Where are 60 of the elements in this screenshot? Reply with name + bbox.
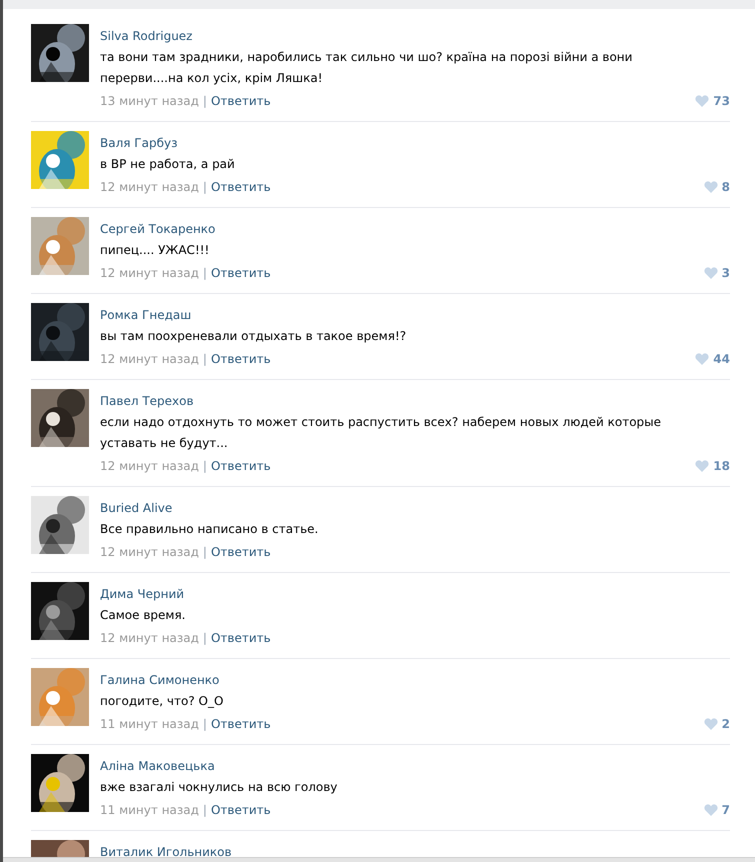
timestamp: 11 минут назад <box>100 802 199 819</box>
reply-link[interactable]: Ответить <box>210 176 271 198</box>
like-count: 8 <box>722 179 730 196</box>
comment-text: та вони там зрадники, наробились так сильно чи шо? країна на порозі війни а вони перерви....на кол усіх, крім Ляшка! <box>100 49 634 87</box>
separator: | <box>202 93 207 110</box>
reply-link[interactable]: Ответить <box>210 90 271 112</box>
comment-text: вже взагалі чокнулись на всю голову <box>100 779 338 796</box>
separator: | <box>202 179 207 196</box>
reply-link[interactable]: Ответить <box>210 799 271 821</box>
heart-icon[interactable] <box>695 460 710 472</box>
separator: | <box>202 802 207 819</box>
author-link[interactable]: Виталик Игольников <box>100 842 232 857</box>
timestamp: 12 минут назад <box>100 351 199 368</box>
author-link[interactable]: Silva Rodriguez <box>100 26 192 47</box>
like-count: 44 <box>713 351 730 368</box>
reply-link[interactable]: Ответить <box>210 541 271 563</box>
heart-icon[interactable] <box>704 804 718 816</box>
author-link[interactable]: Валя Гарбуз <box>100 133 178 154</box>
author-link[interactable]: Сергей Токаренко <box>100 219 216 240</box>
comment-text: если надо отдохнуть то может стоить распустить всех? наберем новых людей которые уставать не будут... <box>100 414 662 452</box>
author-link[interactable]: Аліна Маковецька <box>100 756 215 777</box>
reply-link[interactable]: Ответить <box>210 627 271 649</box>
comment-text: в ВР не работа, а рай <box>100 156 236 173</box>
comment-text: пипец.... УЖАС!!! <box>100 242 210 259</box>
heart-icon[interactable] <box>704 181 718 193</box>
like-count: 3 <box>722 265 730 282</box>
author-link[interactable]: Галина Симоненко <box>100 670 220 691</box>
separator: | <box>202 544 207 561</box>
timestamp: 12 минут назад <box>100 458 199 475</box>
separator: | <box>202 630 207 647</box>
comment-text: погодите, что? O_O <box>100 693 224 710</box>
author-link[interactable]: Ромка Гнедаш <box>100 305 192 326</box>
author-link[interactable]: Дима Черний <box>100 584 184 605</box>
reply-link[interactable]: Ответить <box>210 455 271 477</box>
reply-link[interactable]: Ответить <box>210 348 271 370</box>
timestamp: 12 минут назад <box>100 179 199 196</box>
like-count: 2 <box>722 716 730 733</box>
like-count: 7 <box>722 802 730 819</box>
reply-link[interactable]: Ответить <box>210 713 271 735</box>
timestamp: 12 минут назад <box>100 265 199 282</box>
comment-text: вы там поохреневали отдыхать в такое время!? <box>100 328 408 345</box>
like-count: 18 <box>713 458 730 475</box>
timestamp: 11 минут назад <box>100 716 199 733</box>
author-link[interactable]: Павел Терехов <box>100 391 194 412</box>
timestamp: 12 минут назад <box>100 544 199 561</box>
comment-text: Самое время. <box>100 607 186 624</box>
reply-link[interactable]: Ответить <box>210 262 271 284</box>
separator: | <box>202 265 207 282</box>
heart-icon[interactable] <box>704 267 718 279</box>
timestamp: 12 минут назад <box>100 630 199 647</box>
separator: | <box>202 351 207 368</box>
heart-icon[interactable] <box>695 95 710 107</box>
heart-icon[interactable] <box>695 353 710 365</box>
comment-text: Все правильно написано в статье. <box>100 521 320 538</box>
separator: | <box>202 458 207 475</box>
author-link[interactable]: Buried Alive <box>100 498 172 519</box>
timestamp: 13 минут назад <box>100 93 199 110</box>
separator: | <box>202 716 207 733</box>
heart-icon[interactable] <box>704 718 718 730</box>
like-count: 73 <box>713 93 730 110</box>
